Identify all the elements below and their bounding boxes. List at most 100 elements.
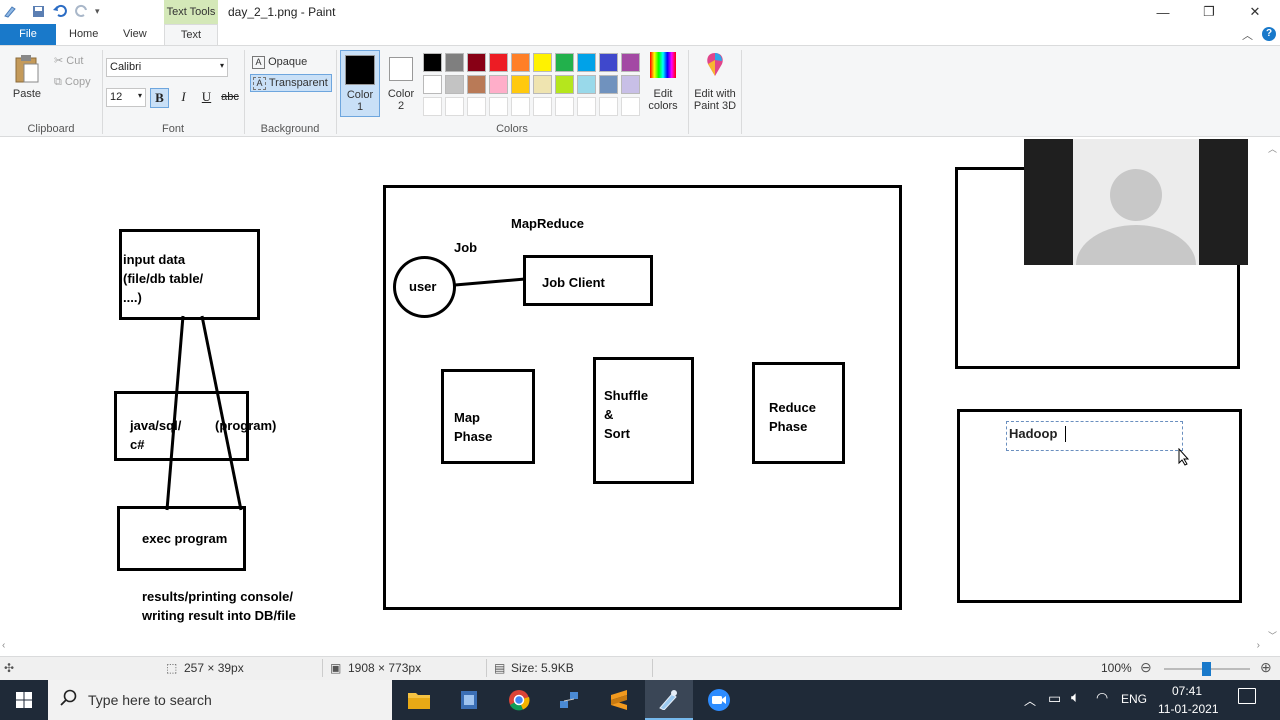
strikethrough-button[interactable]: abc — [219, 88, 241, 108]
palette-swatch-empty[interactable] — [467, 97, 486, 116]
color1-button[interactable]: Color 1 — [340, 50, 380, 117]
taskbar-chrome[interactable] — [499, 684, 539, 716]
font-group-label: Font — [161, 123, 184, 135]
zoom-slider-thumb[interactable] — [1202, 662, 1211, 676]
zoom-in-button[interactable]: ⊕ — [1260, 659, 1272, 676]
palette-swatch[interactable] — [599, 75, 618, 94]
app-icon — [461, 691, 477, 709]
scissors-icon: ✂ — [54, 55, 64, 67]
customize-quick-access-icon[interactable]: ▾ — [95, 6, 100, 17]
close-button[interactable]: ✕ — [1232, 0, 1278, 24]
palette-swatch-empty[interactable] — [489, 97, 508, 116]
redo-icon[interactable] — [75, 4, 89, 18]
palette-swatch-empty[interactable] — [577, 97, 596, 116]
paste-button[interactable]: Paste — [8, 52, 46, 112]
paint-icon — [659, 690, 677, 710]
taskbar-file-explorer[interactable] — [399, 684, 439, 716]
tab-text[interactable]: Text — [164, 24, 218, 45]
tab-view[interactable]: View — [113, 24, 157, 45]
edit-with-paint3d-button[interactable]: Edit with Paint 3D — [692, 52, 738, 112]
taskbar-paint[interactable] — [645, 680, 693, 720]
palette-swatch-empty[interactable] — [533, 97, 552, 116]
palette-swatch[interactable] — [555, 53, 574, 72]
taskbar-sublime[interactable] — [599, 684, 639, 716]
palette-swatch[interactable] — [489, 75, 508, 94]
palette-swatch[interactable] — [577, 75, 596, 94]
palette-swatch[interactable] — [533, 75, 552, 94]
scroll-down-icon[interactable]: ﹀ — [1268, 629, 1277, 642]
tab-home[interactable]: Home — [59, 24, 108, 45]
taskbar-zoom[interactable] — [699, 684, 739, 716]
horizontal-scrollbar[interactable]: ‹ › — [0, 640, 1266, 655]
wifi-icon[interactable]: ◠ — [1096, 689, 1108, 706]
palette-swatch[interactable] — [621, 75, 640, 94]
palette-swatch-empty[interactable] — [445, 97, 464, 116]
text-input-box[interactable]: Hadoop — [1006, 421, 1183, 451]
zoom-slider[interactable] — [1164, 662, 1250, 676]
collapse-ribbon-icon[interactable]: ︿ — [1242, 27, 1253, 43]
palette-swatch[interactable] — [555, 75, 574, 94]
palette-swatch-empty[interactable] — [511, 97, 530, 116]
taskbar-network-app[interactable] — [549, 684, 589, 716]
search-box[interactable]: Type here to search — [48, 680, 392, 720]
chevron-down-icon: ▾ — [219, 61, 224, 70]
clock-time[interactable]: 07:41 — [1172, 684, 1202, 698]
palette-swatch[interactable] — [445, 53, 464, 72]
edit-colors-button[interactable]: Edit colors — [646, 52, 680, 112]
palette-swatch[interactable] — [511, 75, 530, 94]
cut-button[interactable]: ✂ Cut — [54, 54, 83, 67]
language-indicator[interactable]: ENG — [1121, 692, 1147, 706]
paint3d-line2: Paint 3D — [693, 100, 737, 112]
clock-date[interactable]: 11-01-2021 — [1158, 702, 1219, 716]
network-icon[interactable]: ▭ — [1048, 690, 1061, 707]
palette-swatch[interactable] — [599, 53, 618, 72]
palette-swatch-empty[interactable] — [621, 97, 640, 116]
italic-button[interactable]: I — [174, 88, 193, 108]
palette-swatch-empty[interactable] — [555, 97, 574, 116]
palette-swatch[interactable] — [511, 53, 530, 72]
opaque-option[interactable]: A Opaque — [252, 54, 307, 72]
scroll-right-icon[interactable]: › — [1257, 640, 1260, 651]
start-button[interactable] — [0, 680, 48, 720]
title-bar: ▾ Text Tools day_2_1.png - Paint — ❐ ✕ — [0, 0, 1280, 24]
font-family-select[interactable]: Calibri ▾ — [106, 58, 228, 77]
zoom-level: 100% — [1101, 661, 1132, 675]
font-size-select[interactable]: 12 ▾ — [106, 88, 146, 107]
save-icon[interactable] — [32, 5, 45, 18]
palette-swatch-empty[interactable] — [423, 97, 442, 116]
palette-swatch[interactable] — [423, 75, 442, 94]
palette-swatch[interactable] — [467, 75, 486, 94]
palette-swatch[interactable] — [423, 53, 442, 72]
copy-button[interactable]: ⧉ Copy — [54, 76, 91, 89]
volume-icon[interactable]: 🔈︎ — [1071, 689, 1080, 706]
bold-button[interactable]: B — [150, 88, 169, 108]
canvas-area[interactable]: input data (file/db table/ ....) java/sq… — [0, 138, 1280, 656]
mapreduce-title: MapReduce — [511, 216, 584, 231]
copy-icon: ⧉ — [54, 76, 62, 88]
transparent-option[interactable]: A Transparent — [250, 74, 332, 92]
vertical-scrollbar[interactable]: ︿ ﹀ — [1266, 142, 1280, 642]
color2-button[interactable]: Color 2 — [384, 50, 418, 117]
tab-file[interactable]: File — [0, 24, 56, 45]
restore-button[interactable]: ❐ — [1186, 0, 1232, 24]
palette-swatch[interactable] — [621, 53, 640, 72]
minimize-button[interactable]: — — [1140, 0, 1186, 24]
chevron-down-icon: ▾ — [137, 91, 142, 100]
taskbar-app[interactable] — [449, 684, 489, 716]
scroll-up-icon[interactable]: ︿ — [1268, 142, 1277, 155]
scroll-left-icon[interactable]: ‹ — [2, 640, 5, 651]
underline-button[interactable]: U — [197, 88, 216, 108]
help-icon[interactable]: ? — [1262, 27, 1276, 41]
canvas-size-icon: ▣ — [330, 661, 342, 675]
palette-swatch[interactable] — [445, 75, 464, 94]
palette-swatch-empty[interactable] — [599, 97, 618, 116]
palette-swatch[interactable] — [467, 53, 486, 72]
notifications-icon[interactable] — [1238, 688, 1256, 704]
show-hidden-icons[interactable]: ︿ — [1024, 692, 1036, 709]
palette-swatch[interactable] — [577, 53, 596, 72]
undo-icon[interactable] — [53, 4, 67, 18]
paint-app-icon[interactable] — [3, 4, 17, 18]
palette-swatch[interactable] — [533, 53, 552, 72]
zoom-out-button[interactable]: ⊖ — [1140, 659, 1152, 676]
palette-swatch[interactable] — [489, 53, 508, 72]
